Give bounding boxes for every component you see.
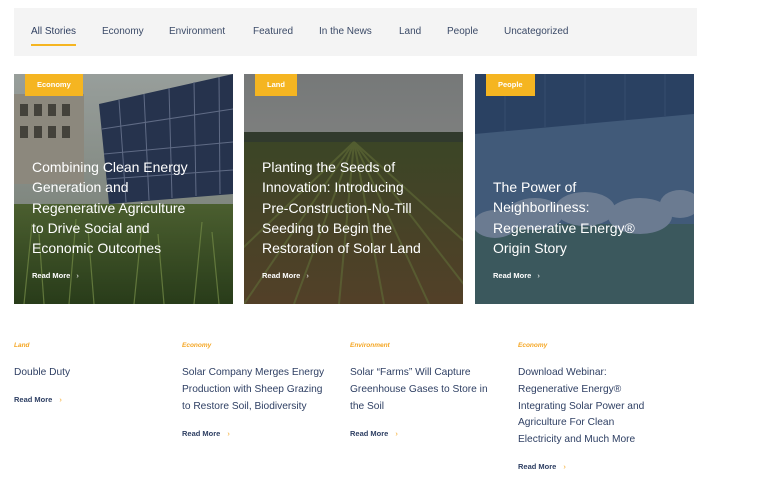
card-title[interactable]: Planting the Seeds of Innovation: Introd… xyxy=(262,157,453,258)
story-title-line: Download Webinar: xyxy=(518,367,607,378)
story-category[interactable]: Environment xyxy=(350,342,390,349)
card-title-line: The Power of xyxy=(493,179,577,195)
chevron-right-icon: › xyxy=(563,462,566,471)
featured-card-economy[interactable]: Economy Combining Clean Energy Generatio… xyxy=(14,74,233,304)
card-title-line: Planting the Seeds of xyxy=(262,159,396,175)
story-title-line: Regenerative Energy® xyxy=(518,383,622,395)
tab-featured[interactable]: Featured xyxy=(253,26,293,37)
story-title-line: Solar Company Merges Energy xyxy=(182,367,325,378)
story-title[interactable]: Double Duty xyxy=(14,365,174,382)
card-title-line: Pre-Construction-No-Till xyxy=(262,199,412,216)
category-badge[interactable]: Land xyxy=(255,74,297,96)
card-title-line: Innovation: Introducing xyxy=(262,179,404,196)
read-more-label: Read More xyxy=(262,271,301,280)
story-category[interactable]: Land xyxy=(14,342,30,349)
card-title-line: Seeding to Begin the xyxy=(262,219,392,236)
chevron-right-icon: › xyxy=(59,395,62,404)
tab-economy[interactable]: Economy xyxy=(102,26,144,37)
story-title-line: Greenhouse Gases to Store in xyxy=(350,383,488,395)
tab-land[interactable]: Land xyxy=(399,26,421,37)
read-more-label: Read More xyxy=(518,462,557,471)
read-more-link[interactable]: Read More › xyxy=(182,429,230,438)
category-badge[interactable]: People xyxy=(486,74,535,96)
tab-all-stories[interactable]: All Stories xyxy=(31,26,77,46)
tab-people[interactable]: People xyxy=(447,26,478,37)
featured-card-people[interactable]: People The Power of Neighborliness: Rege… xyxy=(475,74,694,304)
chevron-right-icon: › xyxy=(395,429,398,438)
read-more-link[interactable]: Read More › xyxy=(518,462,566,471)
story-filter-bar: All Stories Economy Environment Featured… xyxy=(14,8,697,56)
featured-card-land[interactable]: Land Planting the Seeds of Innovation: I… xyxy=(244,74,463,304)
read-more-link[interactable]: Read More › xyxy=(262,271,309,280)
card-title-line: Neighborliness: xyxy=(493,199,590,216)
tab-environment[interactable]: Environment xyxy=(169,26,225,37)
read-more-label: Read More xyxy=(493,271,532,280)
story-title-line: Production with Sheep Grazing xyxy=(182,383,323,395)
card-title-line: Origin Story xyxy=(493,239,567,256)
story-title-line: the Soil xyxy=(350,400,384,412)
read-more-link[interactable]: Read More › xyxy=(32,271,79,280)
card-title-line: Regenerative Energy® xyxy=(493,219,635,236)
card-title-line: Combining Clean Energy xyxy=(32,159,188,175)
story-title[interactable]: Solar Company Merges Energy Production w… xyxy=(182,365,342,415)
chevron-right-icon: › xyxy=(306,271,309,280)
read-more-label: Read More xyxy=(14,395,53,404)
story-title[interactable]: Download Webinar: Regenerative Energy® I… xyxy=(518,365,678,449)
read-more-link[interactable]: Read More › xyxy=(350,429,398,438)
story-title-line: Agriculture For Clean xyxy=(518,417,615,429)
story-title-line: Integrating Solar Power and xyxy=(518,400,645,412)
story-title[interactable]: Solar “Farms” Will Capture Greenhouse Ga… xyxy=(350,365,510,415)
card-title[interactable]: Combining Clean Energy Generation and Re… xyxy=(32,157,223,258)
card-title-line: Economic Outcomes xyxy=(32,240,162,257)
chevron-right-icon: › xyxy=(537,271,540,280)
read-more-link[interactable]: Read More › xyxy=(14,395,62,404)
card-title-line: Generation and xyxy=(32,179,129,196)
story-title-line: Electricity and Much More xyxy=(518,434,636,446)
chevron-right-icon: › xyxy=(76,271,79,280)
tab-in-the-news[interactable]: In the News xyxy=(319,26,372,37)
card-title-line: Regenerative Agriculture xyxy=(32,199,186,216)
story-category[interactable]: Economy xyxy=(518,342,547,349)
story-category[interactable]: Economy xyxy=(182,342,211,349)
card-title-line: to Drive Social and xyxy=(32,219,150,236)
category-badge[interactable]: Economy xyxy=(25,74,83,96)
story-title-line: Solar “Farms” Will Capture xyxy=(350,367,471,378)
read-more-link[interactable]: Read More › xyxy=(493,271,540,280)
card-title[interactable]: The Power of Neighborliness: Regenerativ… xyxy=(493,177,684,258)
chevron-right-icon: › xyxy=(227,429,230,438)
read-more-label: Read More xyxy=(182,429,221,438)
read-more-label: Read More xyxy=(350,429,389,438)
story-title-line: to Restore Soil, Biodiversity xyxy=(182,400,307,412)
tab-uncategorized[interactable]: Uncategorized xyxy=(504,26,568,37)
read-more-label: Read More xyxy=(32,271,71,280)
story-title-line: Double Duty xyxy=(14,367,71,378)
card-title-line: Restoration of Solar Land xyxy=(262,240,421,257)
